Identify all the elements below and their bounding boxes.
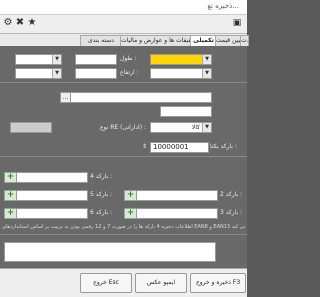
separator [0, 82, 247, 83]
tab-more[interactable]: ت... [240, 35, 249, 46]
tab-categories[interactable]: دسته بندی [80, 35, 122, 46]
barcode2-label: بارکد 2 : [220, 191, 243, 198]
tab-supplementary[interactable]: تکمیلی [190, 35, 217, 46]
stepper-icon[interactable]: ⇕ [142, 143, 147, 150]
tools-icon[interactable]: ✖ [14, 17, 26, 29]
chevron-down-icon: ▼ [202, 69, 211, 78]
unit-length-select[interactable]: ▼ [15, 54, 62, 65]
barcode-label: بارکد یکتا : [210, 143, 237, 150]
chevron-down-icon: ▼ [202, 123, 211, 132]
barcode4-label: بارکد 4 : [90, 173, 113, 180]
tab-pricing[interactable]: تعیین قیمت [215, 35, 242, 46]
window: ذخیره تغ... ⚙ ✖ ★ ▣ دسته بندی انواع تخفی… [0, 0, 249, 297]
toolbar: ⚙ ✖ ★ ▣ [0, 15, 247, 34]
description-textarea[interactable] [4, 242, 216, 262]
window-title: ذخیره تغ... [207, 2, 239, 10]
form-panel: ▼ طول : ▼ ▼ ارتفاع : ▼ … کالا ▼ نوع RE (ا… [0, 46, 247, 268]
height-input[interactable] [75, 68, 117, 79]
barcode2-input[interactable] [136, 190, 218, 201]
code-input[interactable] [70, 92, 212, 103]
barcode3-input[interactable] [136, 208, 218, 219]
type-label: نوع RE (اداراتی) : [100, 124, 147, 131]
browse-button[interactable]: … [60, 92, 71, 103]
tab-bar: دسته بندی انواع تخفیفات ها و عوارض و مال… [0, 34, 249, 46]
weight-select[interactable]: ▼ [150, 68, 212, 79]
disabled-field [10, 122, 52, 133]
exit-button[interactable]: خروج Esc [80, 273, 132, 293]
star-icon[interactable]: ★ [26, 17, 38, 29]
barcode4-input[interactable] [16, 172, 88, 183]
length-label: طول : [120, 55, 137, 62]
unit-select[interactable]: ▼ [150, 54, 212, 65]
type-select[interactable]: کالا ▼ [150, 122, 212, 133]
barcode6-input[interactable] [16, 208, 88, 219]
chevron-down-icon: ▼ [52, 55, 61, 64]
height-label: ارتفاع : [120, 69, 139, 76]
footer: ذخیره و خروج F3 ایمپو عکس خروج Esc [0, 268, 247, 297]
chevron-down-icon: ▼ [52, 69, 61, 78]
chevron-down-icon: ▼ [202, 55, 211, 64]
barcode3-label: بارکد 3 : [220, 209, 243, 216]
tab-discounts[interactable]: انواع تخفیفات ها و عوارض و مالیات [120, 35, 192, 46]
barcode5-label: بارکد 5 : [90, 191, 113, 198]
title-bar: ذخیره تغ... [0, 0, 247, 15]
separator [0, 234, 247, 235]
image-button[interactable]: ایمپو عکس [135, 273, 187, 293]
barcode-input[interactable]: 10000001 [150, 142, 209, 153]
type-value: کالا [191, 124, 200, 131]
barcode5-input[interactable] [16, 190, 88, 201]
gear-icon[interactable]: ⚙ [2, 17, 14, 29]
unit-height-select[interactable]: ▼ [15, 68, 62, 79]
window-icon: ▣ [232, 18, 242, 28]
save-exit-button[interactable]: ذخیره و خروج F3 [190, 273, 246, 293]
barcode6-label: بارکد 6 : [90, 209, 113, 216]
code2-input[interactable] [160, 106, 212, 117]
length-input[interactable] [75, 54, 117, 65]
barcode-note: اطلاعات ذخیره 4 بارکد ها را در صورت 7 و … [2, 224, 245, 230]
separator [0, 156, 247, 157]
